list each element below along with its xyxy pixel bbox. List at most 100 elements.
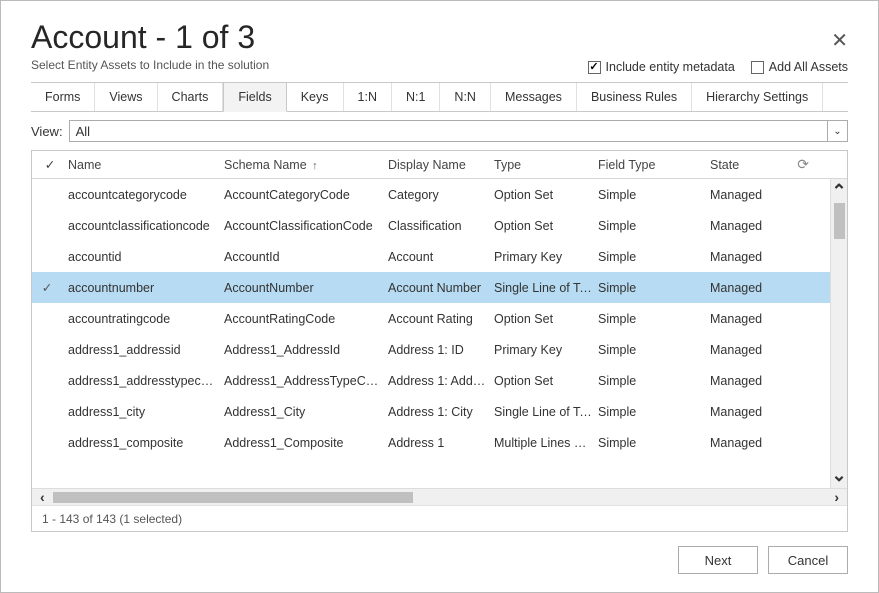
cell-type: Option Set	[494, 312, 598, 326]
cell-field-type: Simple	[598, 281, 710, 295]
cell-type: Single Line of Text	[494, 405, 598, 419]
cell-field-type: Simple	[598, 405, 710, 419]
cell-name: accountcategorycode	[64, 188, 224, 202]
cell-schema: Address1_AddressId	[224, 343, 388, 357]
tab-charts[interactable]: Charts	[158, 83, 224, 111]
row-check-icon: ✓	[36, 249, 64, 264]
table-row[interactable]: ✓accountratingcodeAccountRatingCodeAccou…	[32, 303, 830, 334]
cancel-button[interactable]: Cancel	[768, 546, 848, 574]
tab-keys[interactable]: Keys	[287, 83, 344, 111]
tab-messages[interactable]: Messages	[491, 83, 577, 111]
include-metadata-label: Include entity metadata	[606, 60, 735, 74]
cell-state: Managed	[710, 219, 814, 233]
table-row[interactable]: ✓accountidAccountIdAccountPrimary KeySim…	[32, 241, 830, 272]
row-check-icon: ✓	[36, 404, 64, 419]
horizontal-scrollbar[interactable]: ‹ ›	[32, 488, 847, 505]
col-header-name[interactable]: Name	[64, 158, 224, 172]
scrollbar-thumb[interactable]	[834, 203, 845, 239]
tab-hierarchy[interactable]: Hierarchy Settings	[692, 83, 823, 111]
cell-display-name: Classification	[388, 219, 494, 233]
grid-body[interactable]: ✓accountcategorycodeAccountCategoryCodeC…	[32, 179, 830, 488]
col-header-type[interactable]: Type	[494, 158, 598, 172]
scroll-down-icon[interactable]: ⌄	[831, 467, 846, 484]
table-row[interactable]: ✓address1_addressidAddress1_AddressIdAdd…	[32, 334, 830, 365]
cell-schema: AccountRatingCode	[224, 312, 388, 326]
cell-schema: AccountClassificationCode	[224, 219, 388, 233]
cell-field-type: Simple	[598, 250, 710, 264]
tab-forms[interactable]: Forms	[31, 83, 95, 111]
tab-views[interactable]: Views	[95, 83, 157, 111]
row-check-icon: ✓	[36, 373, 64, 388]
next-button[interactable]: Next	[678, 546, 758, 574]
refresh-icon[interactable]: ⟳	[797, 156, 809, 173]
cell-type: Single Line of Text	[494, 281, 598, 295]
view-label: View:	[31, 124, 63, 139]
add-all-assets-checkbox[interactable]: Add All Assets	[751, 60, 848, 74]
tab-n1[interactable]: N:1	[392, 83, 440, 111]
table-row[interactable]: ✓address1_cityAddress1_CityAddress 1: Ci…	[32, 396, 830, 427]
row-check-icon: ✓	[36, 342, 64, 357]
col-header-display-name[interactable]: Display Name	[388, 158, 494, 172]
table-row[interactable]: ✓accountcategorycodeAccountCategoryCodeC…	[32, 179, 830, 210]
cell-state: Managed	[710, 343, 814, 357]
vertical-scrollbar[interactable]: ⌃ ⌄	[830, 179, 847, 488]
tab-nn[interactable]: N:N	[440, 83, 491, 111]
close-icon[interactable]: ✕	[831, 31, 848, 51]
scroll-up-icon[interactable]: ⌃	[831, 183, 846, 200]
include-metadata-checkbox[interactable]: Include entity metadata	[588, 60, 735, 74]
tab-fields[interactable]: Fields	[223, 83, 286, 112]
scrollbar-thumb[interactable]	[53, 492, 413, 503]
cell-state: Managed	[710, 281, 814, 295]
cell-field-type: Simple	[598, 374, 710, 388]
tab-business-rules[interactable]: Business Rules	[577, 83, 692, 111]
cell-type: Primary Key	[494, 250, 598, 264]
cell-field-type: Simple	[598, 312, 710, 326]
scroll-right-icon[interactable]: ›	[826, 489, 847, 505]
cell-type: Primary Key	[494, 343, 598, 357]
cell-schema: Address1_Composite	[224, 436, 388, 450]
add-all-assets-label: Add All Assets	[769, 60, 848, 74]
table-row[interactable]: ✓address1_addresstypecodeAddress1_Addres…	[32, 365, 830, 396]
cell-field-type: Simple	[598, 219, 710, 233]
cell-state: Managed	[710, 312, 814, 326]
cell-type: Multiple Lines of…	[494, 436, 598, 450]
cell-field-type: Simple	[598, 188, 710, 202]
view-dropdown[interactable]: All ⌄	[69, 120, 848, 142]
cell-display-name: Address 1: Addr…	[388, 374, 494, 388]
cell-state: Managed	[710, 188, 814, 202]
tab-bar: Forms Views Charts Fields Keys 1:N N:1 N…	[31, 82, 848, 112]
scroll-left-icon[interactable]: ‹	[32, 489, 53, 505]
row-check-icon: ✓	[36, 280, 64, 295]
table-row[interactable]: ✓accountnumberAccountNumberAccount Numbe…	[32, 272, 830, 303]
view-selected: All	[76, 124, 90, 139]
cell-state: Managed	[710, 374, 814, 388]
checkbox-icon	[588, 61, 601, 74]
tab-1n[interactable]: 1:N	[344, 83, 392, 111]
cell-field-type: Simple	[598, 343, 710, 357]
cell-name: accountclassificationcode	[64, 219, 224, 233]
cell-display-name: Account Number	[388, 281, 494, 295]
cell-display-name: Category	[388, 188, 494, 202]
grid-header: ✓ Name Schema Name ↑ Display Name Type F…	[32, 151, 847, 179]
checkbox-icon	[751, 61, 764, 74]
select-all-checkbox[interactable]: ✓	[36, 157, 64, 172]
cell-schema: AccountCategoryCode	[224, 188, 388, 202]
row-check-icon: ✓	[36, 435, 64, 450]
table-row[interactable]: ✓accountclassificationcodeAccountClassif…	[32, 210, 830, 241]
cell-state: Managed	[710, 250, 814, 264]
cell-name: address1_addresstypecode	[64, 374, 224, 388]
cell-display-name: Account Rating	[388, 312, 494, 326]
col-header-field-type[interactable]: Field Type	[598, 158, 710, 172]
sort-ascending-icon: ↑	[312, 160, 318, 172]
col-header-schema[interactable]: Schema Name ↑	[224, 158, 388, 172]
cell-name: address1_addressid	[64, 343, 224, 357]
cell-display-name: Account	[388, 250, 494, 264]
cell-field-type: Simple	[598, 436, 710, 450]
row-check-icon: ✓	[36, 187, 64, 202]
cell-display-name: Address 1: City	[388, 405, 494, 419]
cell-schema: Address1_City	[224, 405, 388, 419]
cell-schema: Address1_AddressTypeCode	[224, 374, 388, 388]
table-row[interactable]: ✓address1_compositeAddress1_CompositeAdd…	[32, 427, 830, 458]
cell-name: address1_city	[64, 405, 224, 419]
cell-name: address1_composite	[64, 436, 224, 450]
